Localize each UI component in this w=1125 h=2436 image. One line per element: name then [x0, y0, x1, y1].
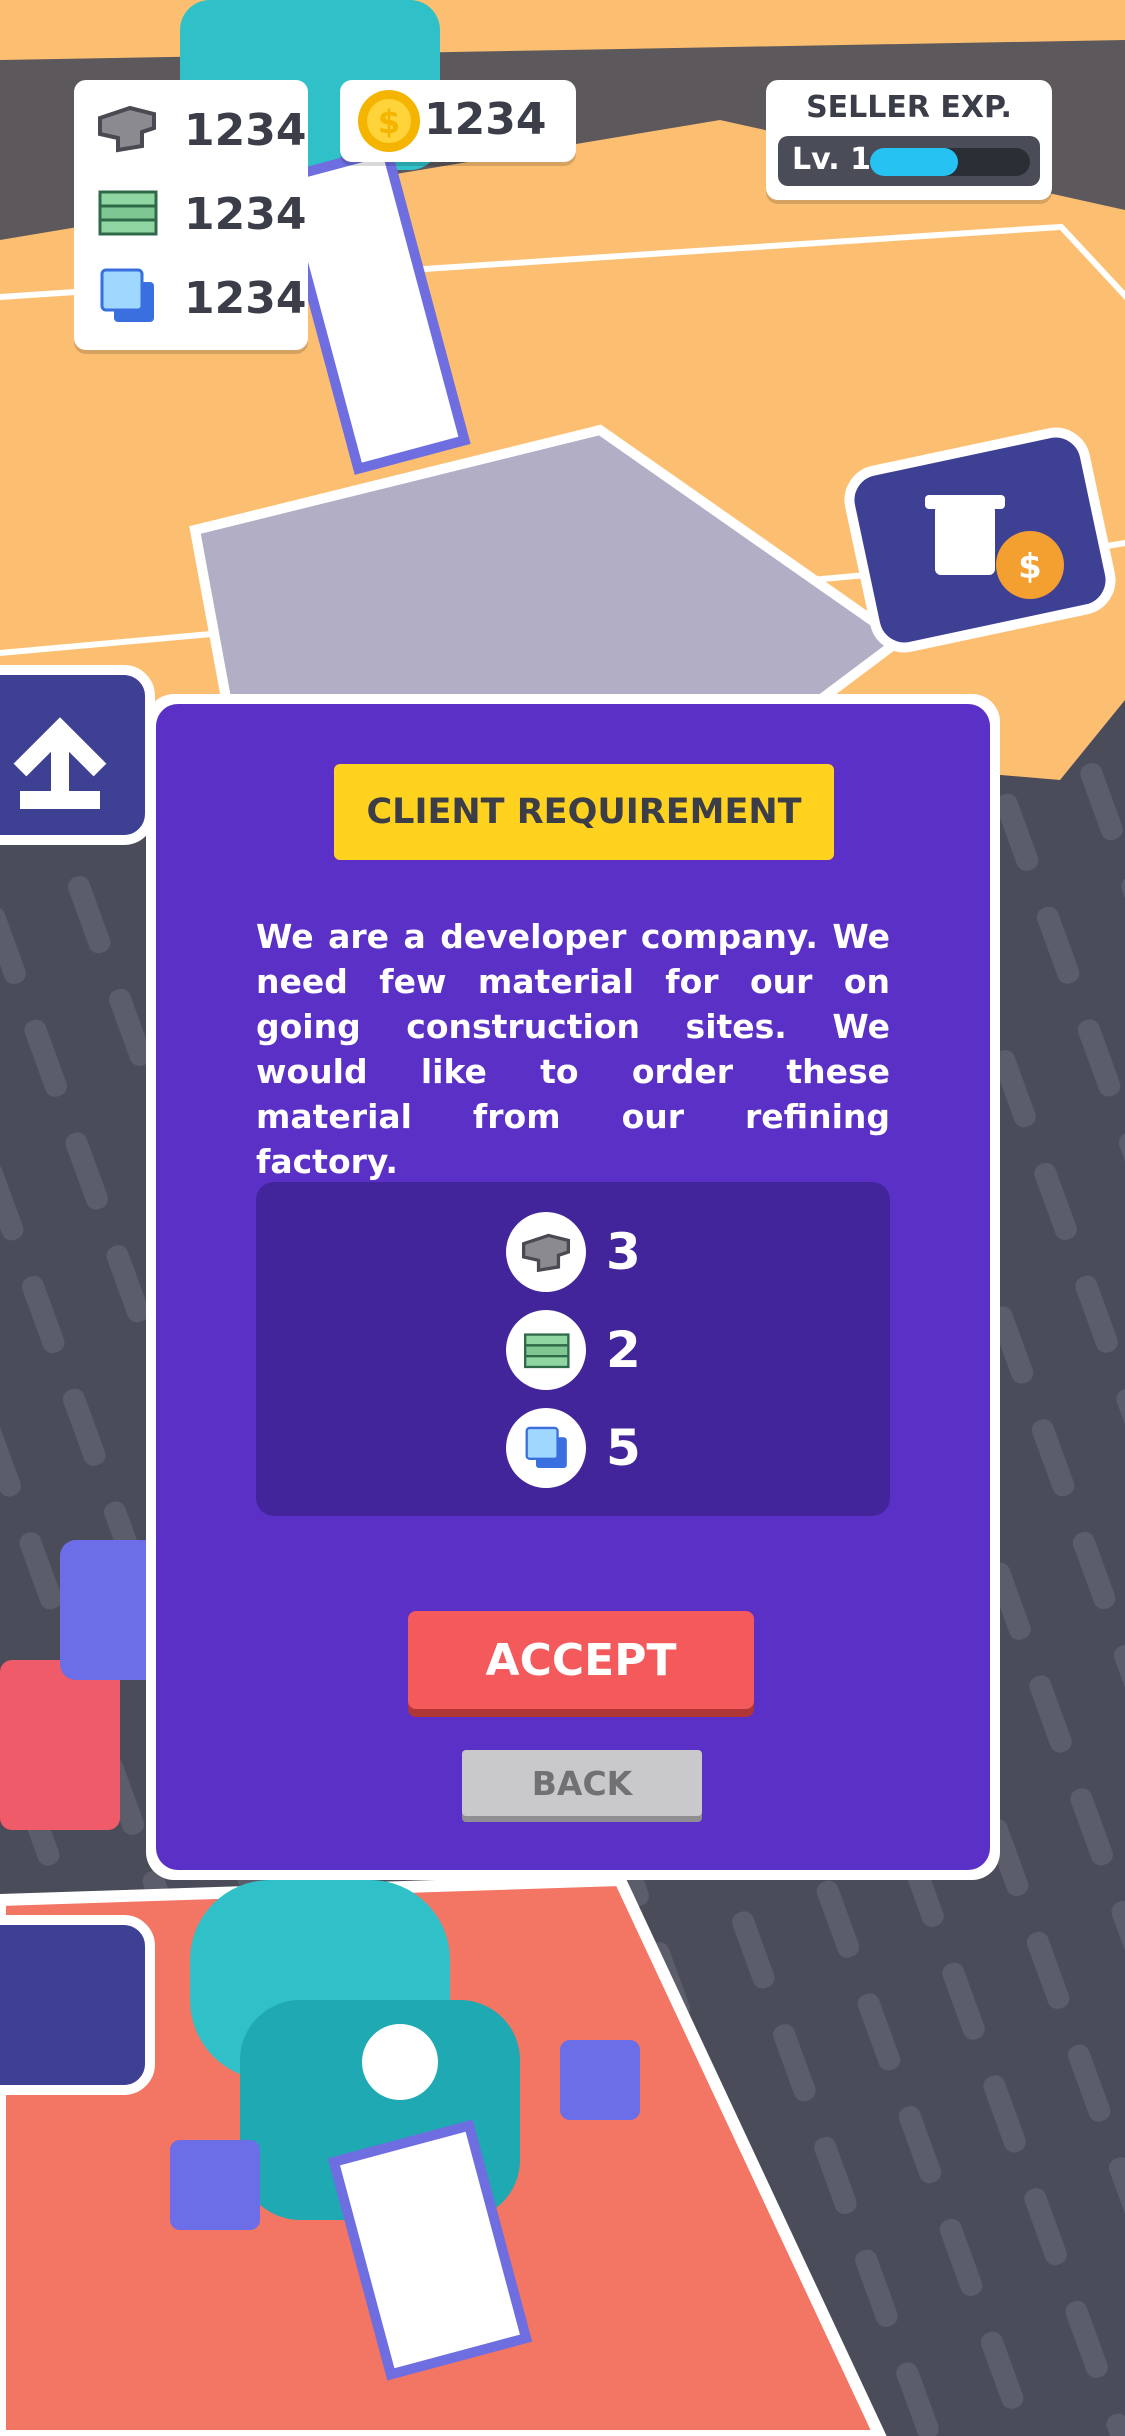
glass-count: 1234 — [184, 272, 307, 324]
requirement-qty-cash: 2 — [606, 1321, 641, 1379]
seller-exp-panel: SELLER EXP. Lv. 1 — [766, 80, 1052, 200]
requirements-box: 3 2 5 — [256, 1182, 890, 1516]
dialog-description: We are a developer company. We need few … — [256, 917, 890, 1181]
dialog-title: CLIENT REQUIREMENT — [334, 764, 834, 860]
requirement-qty-iron: 3 — [606, 1223, 641, 1281]
exp-progress-track — [870, 148, 1030, 176]
glass-pane-icon — [92, 266, 162, 330]
back-button[interactable]: BACK — [462, 1750, 702, 1816]
svg-text:$: $ — [378, 103, 400, 141]
resource-panel: 1234 1234 1234 — [74, 80, 308, 350]
coin-panel: $ 1234 — [340, 80, 576, 162]
coin-count: 1234 — [424, 94, 547, 145]
cash-stack-icon — [506, 1310, 586, 1390]
client-requirement-dialog: CLIENT REQUIREMENT We are a developer co… — [146, 694, 1000, 1880]
requirement-row-glass: 5 — [506, 1408, 641, 1488]
cash-stack-icon — [92, 182, 162, 246]
level-bar: Lv. 1 — [778, 136, 1040, 186]
requirement-row-cash: 2 — [506, 1310, 641, 1390]
glass-pane-icon — [506, 1408, 586, 1488]
resource-row-glass: 1234 — [92, 266, 306, 330]
iron-ingot-icon — [506, 1212, 586, 1292]
exp-progress-fill — [870, 148, 958, 176]
coin-icon: $ — [356, 88, 422, 158]
requirement-qty-glass: 5 — [606, 1419, 641, 1477]
dialog-body: CLIENT REQUIREMENT We are a developer co… — [156, 704, 990, 1870]
level-label: Lv. 1 — [792, 142, 871, 177]
resource-row-cash: 1234 — [92, 182, 306, 246]
svg-text:$: $ — [1018, 547, 1042, 587]
iron-ingot-icon — [92, 98, 162, 162]
accept-button[interactable]: ACCEPT — [408, 1611, 754, 1709]
cash-count: 1234 — [184, 188, 307, 240]
iron-count: 1234 — [184, 104, 307, 156]
resource-row-iron: 1234 — [92, 98, 306, 162]
requirement-row-iron: 3 — [506, 1212, 641, 1292]
seller-exp-title: SELLER EXP. — [806, 90, 1012, 125]
